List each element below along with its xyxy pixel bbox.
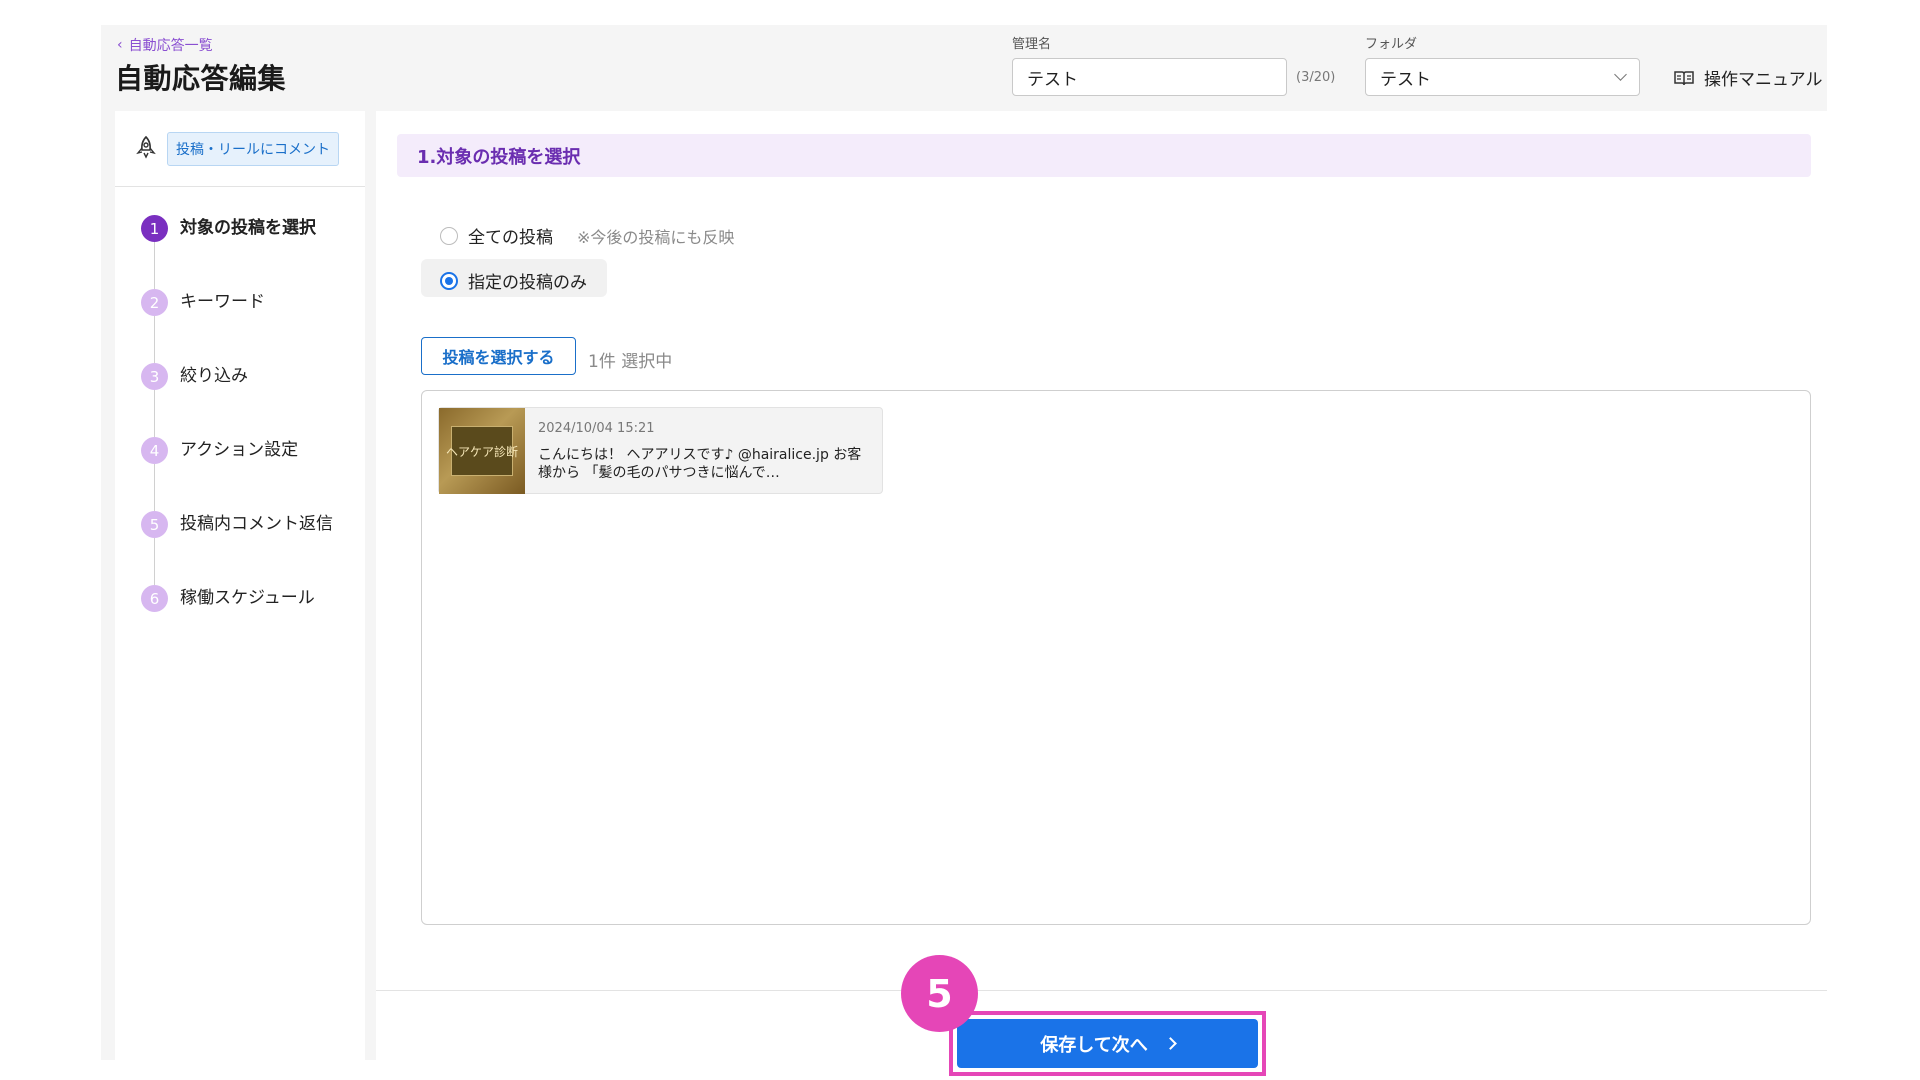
manual-link-label: 操作マニュアル <box>1704 70 1823 90</box>
folder-field-label: フォルダ <box>1365 37 1418 52</box>
step-connector <box>154 464 155 511</box>
thumbnail-graphic: ヘアケア診断 <box>446 426 518 476</box>
step-item-filter[interactable]: 3 絞り込み <box>141 363 333 437</box>
chevron-down-icon <box>1614 68 1627 81</box>
step-item-comment-reply[interactable]: 5 投稿内コメント返信 <box>141 511 333 585</box>
radio-specific-label: 指定の投稿のみ <box>468 273 587 293</box>
step-list: 1 対象の投稿を選択 2 キーワード 3 絞り込み 4 アクション設定 5 投稿… <box>141 215 333 659</box>
main-panel: 1.対象の投稿を選択 全ての投稿 ※今後の投稿にも反映 指定の投稿のみ 投稿を選… <box>376 111 1827 1076</box>
page-title: 自動応答編集 <box>115 62 287 95</box>
name-input[interactable]: テスト <box>1012 58 1287 96</box>
selected-posts-area: ヘアケア診断 2024/10/04 15:21 こんにちは！ ヘアアリスです♪ … <box>421 390 1811 925</box>
thumbnail-text: ヘアケア診断 <box>446 444 519 459</box>
step-number: 1 <box>141 215 168 242</box>
step-number: 3 <box>141 363 168 390</box>
radio-circle-selected <box>440 271 458 290</box>
step-label: アクション設定 <box>180 440 299 460</box>
save-button-label: 保存して次へ <box>1040 1034 1148 1056</box>
chevron-right-icon <box>1163 1037 1177 1050</box>
post-card[interactable]: ヘアケア診断 2024/10/04 15:21 こんにちは！ ヘアアリスです♪ … <box>438 407 883 494</box>
step-connector <box>154 390 155 437</box>
selected-count: 1件 選択中 <box>588 352 673 372</box>
radio-all-note: ※今後の投稿にも反映 <box>577 227 735 247</box>
app-window: ‹ 自動応答一覧 自動応答編集 管理名 テスト (3/20) フォルダ テスト … <box>101 25 1827 1076</box>
post-date: 2024/10/04 15:21 <box>538 421 655 436</box>
radio-specific-posts[interactable]: 指定の投稿のみ <box>440 268 587 293</box>
step-number: 4 <box>141 437 168 464</box>
name-char-counter: (3/20) <box>1296 70 1336 85</box>
trigger-type-chip: 投稿・リールにコメント <box>167 131 339 166</box>
save-and-next-button[interactable]: 保存して次へ <box>957 1019 1258 1068</box>
step-number: 2 <box>141 289 168 316</box>
chevron-left-icon: ‹ <box>117 37 123 53</box>
step-label: 投稿内コメント返信 <box>180 514 333 534</box>
step-number: 5 <box>141 511 168 538</box>
radio-all-posts[interactable]: 全ての投稿 ※今後の投稿にも反映 <box>440 223 734 248</box>
rocket-icon <box>135 135 157 163</box>
back-link-label: 自動応答一覧 <box>128 38 213 54</box>
step-connector <box>154 316 155 363</box>
step-item-select-posts[interactable]: 1 対象の投稿を選択 <box>141 215 333 289</box>
step-number: 6 <box>141 585 168 612</box>
post-caption: こんにちは！ ヘアアリスです♪ @hairalice.jp お客様から 「髪の毛… <box>538 447 862 481</box>
step-label: 絞り込み <box>180 366 248 386</box>
step-label: 対象の投稿を選択 <box>180 218 316 238</box>
step-label: キーワード <box>180 292 265 312</box>
footer-divider <box>376 990 1827 991</box>
step-connector <box>154 242 155 289</box>
trigger-type-row: 投稿・リールにコメント <box>115 111 365 187</box>
annotation-step-badge: 5 <box>901 955 978 1032</box>
back-to-list-link[interactable]: ‹ 自動応答一覧 <box>117 35 213 55</box>
name-field-label: 管理名 <box>1012 37 1052 52</box>
book-icon <box>1674 70 1694 86</box>
section-title: 1.対象の投稿を選択 <box>397 134 1811 177</box>
step-item-keyword[interactable]: 2 キーワード <box>141 289 333 363</box>
step-connector <box>154 538 155 585</box>
step-label: 稼働スケジュール <box>180 588 315 608</box>
step-sidebar: 投稿・リールにコメント 1 対象の投稿を選択 2 キーワード 3 絞り込み 4 … <box>115 111 365 1060</box>
folder-select-value: テスト <box>1380 69 1431 90</box>
folder-select[interactable]: テスト <box>1365 58 1640 96</box>
step-item-schedule[interactable]: 6 稼働スケジュール <box>141 585 333 659</box>
select-posts-button[interactable]: 投稿を選択する <box>421 337 576 375</box>
radio-circle <box>440 226 458 245</box>
step-item-action[interactable]: 4 アクション設定 <box>141 437 333 511</box>
manual-link[interactable]: 操作マニュアル <box>1674 65 1823 90</box>
post-thumbnail: ヘアケア診断 <box>439 408 525 494</box>
radio-all-label: 全ての投稿 <box>468 228 553 248</box>
